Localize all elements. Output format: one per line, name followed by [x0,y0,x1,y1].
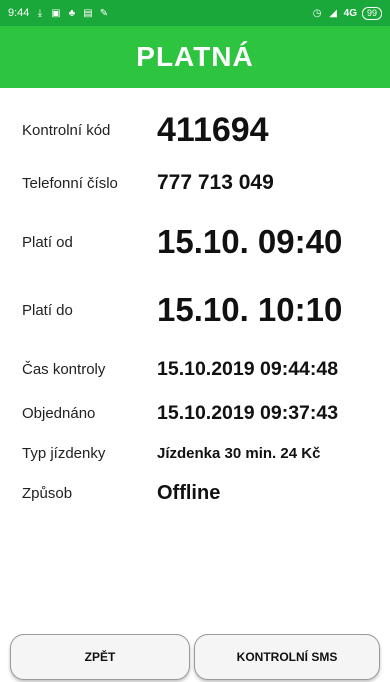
tree-icon: ♣ [68,7,76,19]
detail-row-valid-from: Platí od 15.10. 09:40 [0,220,390,264]
detail-label: Platí od [22,233,73,251]
detail-row-valid-to: Platí do 15.10. 10:10 [0,288,390,332]
detail-row-ordered: Objednáno 15.10.2019 09:37:43 [0,396,390,430]
valid-to-value: 15.10. 10:10 [157,291,343,328]
valid-from-value: 15.10. 09:40 [157,223,343,260]
status-bar: 9:44 ⤓ ▣ ♣ ▤ ✎ ◷ ◢ 4G 99 [0,0,390,26]
ticket-type-value: Jízdenka 30 min. 24 Kč [157,444,321,462]
image-icon: ▣ [51,7,61,19]
detail-row-check-time: Čas kontroly 15.10.2019 09:44:48 [0,352,390,386]
detail-row-method: Způsob Offline [0,478,390,508]
control-sms-button[interactable]: KONTROLNÍ SMS [194,634,380,680]
phone-value: 777 713 049 [157,171,274,194]
control-code-value: 411694 [157,110,269,149]
back-button[interactable]: ZPĚT [10,634,190,680]
page-title: PLATNÁ [136,41,254,72]
network-type: 4G [343,7,357,19]
status-header: PLATNÁ [0,26,390,88]
detail-label: Typ jízdenky [22,444,106,462]
detail-label: Čas kontroly [22,360,106,378]
detail-row-ticket-type: Typ jízdenky Jízdenka 30 min. 24 Kč [0,438,390,468]
detail-label: Telefonní číslo [22,174,118,192]
detail-row-control-code: Kontrolní kód 411694 [0,110,390,150]
pen-icon: ✎ [99,7,109,19]
status-time: 9:44 [8,7,30,19]
detail-label: Kontrolní kód [22,121,111,139]
method-value: Offline [157,481,221,504]
detail-label: Způsob [22,484,73,502]
status-left: 9:44 ⤓ ▣ ♣ ▤ ✎ [8,7,109,19]
status-right: ◷ ◢ 4G 99 [312,6,382,20]
alarm-icon: ◷ [312,7,322,19]
ordered-value: 15.10.2019 09:37:43 [157,401,339,424]
calendar-icon: ▤ [83,7,93,19]
download-icon: ⤓ [37,7,43,19]
detail-row-phone: Telefonní číslo 777 713 049 [0,166,390,200]
detail-label: Objednáno [22,404,96,422]
signal-icon: ◢ [329,7,337,19]
battery-icon: 99 [361,6,382,20]
check-time-value: 15.10.2019 09:44:48 [157,357,339,380]
bottom-actions: ZPĚT KONTROLNÍ SMS [0,626,390,682]
detail-label: Platí do [22,301,73,319]
